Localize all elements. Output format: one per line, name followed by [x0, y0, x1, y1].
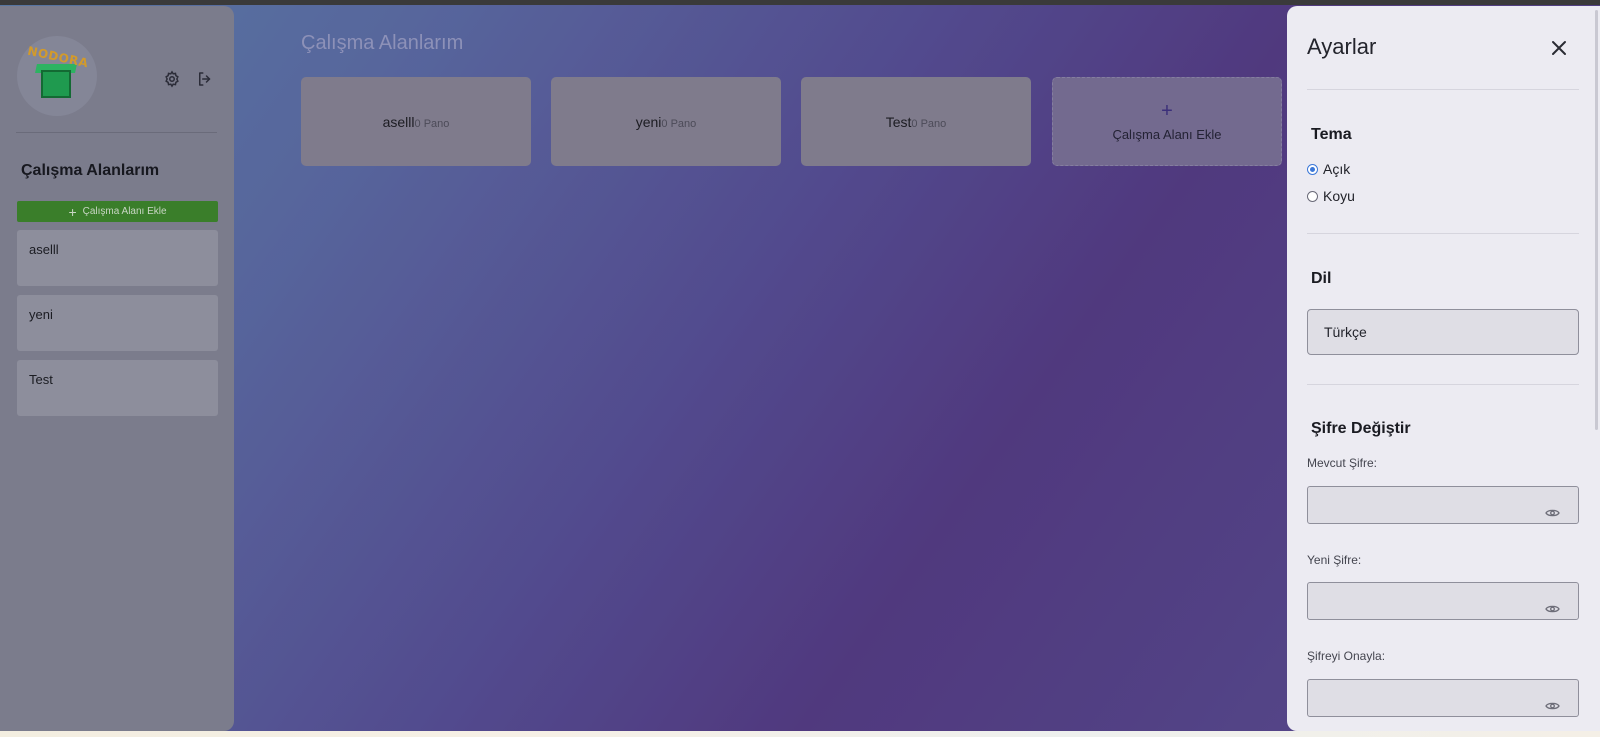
sidebar-item-label: aselll [29, 242, 59, 257]
settings-panel: Ayarlar Tema Açık Koyu Dil Türkçe Şifre … [1287, 6, 1600, 731]
language-select[interactable]: Türkçe [1307, 309, 1579, 355]
sidebar-item-aselll[interactable]: aselll [17, 230, 218, 286]
sidebar: NODORA Çalışma Alanlarım + Çalışma Alanı… [0, 6, 234, 731]
scrollbar[interactable] [1595, 10, 1598, 430]
eye-icon[interactable] [1545, 698, 1560, 710]
theme-option-light[interactable]: Açık [1307, 161, 1350, 177]
add-workspace-label: Çalışma Alanı Ekle [82, 206, 167, 217]
sidebar-title: Çalışma Alanlarım [21, 162, 160, 179]
theme-option-label: Açık [1323, 161, 1351, 177]
current-password-label: Mevcut Şifre: [1307, 456, 1378, 470]
workspace-card-name: Test [885, 113, 912, 130]
confirm-password-field[interactable] [1307, 679, 1579, 717]
sidebar-item-yeni[interactable]: yeni [17, 295, 218, 351]
theme-section-title: Tema [1311, 126, 1352, 143]
radio-light[interactable] [1307, 163, 1318, 175]
divider [1307, 233, 1579, 234]
workspace-card-count: 0 Pano [911, 117, 947, 130]
plus-icon: + [1161, 100, 1173, 122]
add-workspace-card-label: Çalışma Alanı Ekle [1112, 127, 1222, 142]
workspace-card-name: yeni [635, 113, 662, 130]
plus-icon: + [68, 203, 77, 220]
language-section-title: Dil [1311, 270, 1332, 287]
divider [1307, 89, 1579, 90]
new-password-label: Yeni Şifre: [1307, 553, 1362, 567]
language-select-value: Türkçe [1324, 324, 1367, 340]
new-password-field[interactable] [1307, 582, 1579, 620]
page-title: Çalışma Alanlarım [301, 32, 464, 54]
workspace-card-count: 0 Pano [661, 117, 697, 130]
bottom-strip [0, 731, 1600, 737]
logout-icon[interactable] [196, 70, 214, 88]
sidebar-item-label: yeni [29, 307, 53, 322]
close-icon[interactable] [1549, 38, 1569, 58]
sidebar-item-label: Test [29, 372, 53, 387]
password-section-title: Şifre Değiştir [1311, 420, 1411, 437]
current-password-field[interactable] [1307, 486, 1579, 524]
radio-dark[interactable] [1307, 190, 1318, 202]
logo-box-icon [41, 70, 71, 98]
workspace-card-test[interactable]: Test 0 Pano [801, 77, 1031, 166]
logo: NODORA [17, 36, 97, 116]
workspace-card-name: aselll [382, 113, 415, 130]
workspace-card-yeni[interactable]: yeni 0 Pano [551, 77, 781, 166]
theme-option-label: Koyu [1323, 188, 1355, 204]
workspace-card-count: 0 Pano [414, 117, 450, 130]
confirm-password-label: Şifreyi Onayla: [1307, 649, 1386, 663]
workspace-card-aselll[interactable]: aselll 0 Pano [301, 77, 531, 166]
theme-option-dark[interactable]: Koyu [1307, 188, 1355, 204]
sidebar-item-test[interactable]: Test [17, 360, 218, 416]
add-workspace-button[interactable]: + Çalışma Alanı Ekle [17, 201, 218, 222]
gear-icon[interactable] [163, 70, 181, 88]
add-workspace-card[interactable]: + Çalışma Alanı Ekle [1052, 77, 1282, 166]
sidebar-divider [16, 132, 217, 133]
eye-icon[interactable] [1545, 505, 1560, 517]
eye-icon[interactable] [1545, 601, 1560, 613]
divider [1307, 384, 1579, 385]
settings-title: Ayarlar [1307, 34, 1377, 59]
